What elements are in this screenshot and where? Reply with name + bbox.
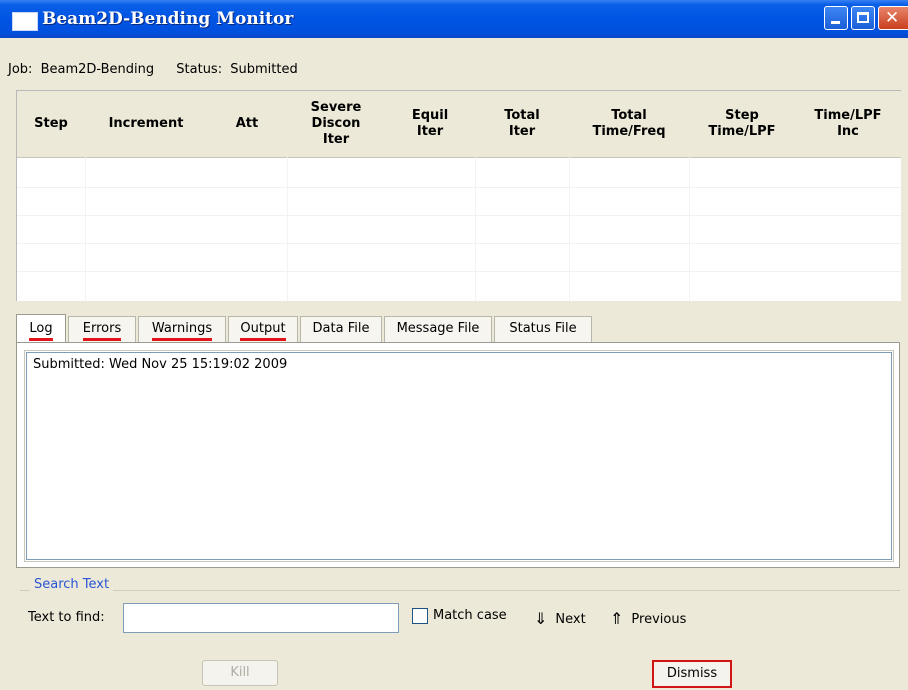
job-status-line: Job: Beam2D-Bending Status: Submitted	[8, 62, 302, 77]
tab-label: Output	[240, 321, 286, 336]
tab-data-file[interactable]: Data File	[300, 316, 382, 342]
tab-output[interactable]: Output	[228, 316, 298, 342]
dismiss-button[interactable]: Dismiss	[652, 660, 732, 688]
match-case-checkbox[interactable]	[412, 608, 428, 624]
progress-table[interactable]: Step Increment Att Severe Discon Iter Eq…	[16, 90, 901, 301]
match-case-label[interactable]: Match case	[433, 608, 507, 623]
tab-message-file[interactable]: Message File	[384, 316, 492, 342]
tab-status-file[interactable]: Status File	[494, 316, 592, 342]
maximize-button[interactable]	[851, 6, 875, 30]
tab-label: Log	[29, 321, 53, 336]
job-name: Beam2D-Bending	[40, 62, 155, 77]
tab-log[interactable]: Log	[16, 314, 66, 344]
tab-errors[interactable]: Errors	[68, 316, 136, 342]
kill-button[interactable]: Kill	[202, 660, 278, 686]
log-text-area[interactable]: Submitted: Wed Nov 25 15:19:02 2009	[24, 350, 894, 562]
table-col-line	[475, 157, 476, 301]
close-icon: ✕	[885, 8, 900, 28]
previous-button[interactable]: ⇑ Previous	[610, 608, 687, 628]
table-row-line	[17, 215, 901, 216]
find-input[interactable]	[123, 603, 399, 633]
tab-label: Warnings	[151, 321, 213, 336]
status-label: Status:	[176, 62, 223, 77]
table-row-line	[17, 243, 901, 244]
tab-warnings[interactable]: Warnings	[138, 316, 226, 342]
next-label: Next	[555, 612, 586, 627]
table-header: Step Increment Att Severe Discon Iter Eq…	[17, 91, 901, 158]
table-col-line	[569, 157, 570, 301]
maximize-icon	[857, 12, 869, 23]
minimize-button[interactable]	[824, 6, 848, 30]
arrow-up-icon: ⇑	[610, 609, 624, 628]
arrow-down-icon: ⇓	[534, 609, 548, 628]
previous-label: Previous	[631, 612, 687, 627]
tab-label: Data File	[312, 321, 370, 336]
window-icon	[12, 12, 38, 31]
tab-label: Errors	[82, 321, 122, 336]
minimize-icon	[831, 21, 840, 24]
find-label: Text to find:	[28, 610, 105, 625]
status-value: Submitted	[230, 62, 298, 77]
col-header-step[interactable]: Step	[17, 91, 85, 157]
col-header-total-time-freq[interactable]: Total Time/Freq	[569, 91, 689, 157]
search-group-title: Search Text	[30, 577, 114, 592]
col-header-step-time-lpf[interactable]: Step Time/LPF	[689, 91, 795, 157]
col-header-increment[interactable]: Increment	[85, 91, 207, 157]
log-entry: Submitted: Wed Nov 25 15:19:02 2009	[33, 357, 288, 372]
col-header-equil-iter[interactable]: Equil Iter	[385, 91, 475, 157]
job-label: Job:	[8, 62, 33, 77]
next-button[interactable]: ⇓ Next	[534, 608, 586, 628]
monitor-window: Beam2D-Bending Monitor ✕ Job: Beam2D-Ben…	[0, 0, 908, 690]
table-col-line	[689, 157, 690, 301]
col-header-att[interactable]: Att	[207, 91, 287, 157]
tab-label: Message File	[396, 321, 480, 336]
close-button[interactable]: ✕	[878, 6, 908, 30]
col-header-time-lpf-inc[interactable]: Time/LPF Inc	[795, 91, 901, 157]
table-col-line	[85, 157, 86, 301]
table-col-line	[287, 157, 288, 301]
table-row-line	[17, 271, 901, 272]
col-header-total-iter[interactable]: Total Iter	[475, 91, 569, 157]
table-row-line	[17, 187, 901, 188]
tab-label: Status File	[509, 321, 577, 336]
col-header-severe-discon-iter[interactable]: Severe Discon Iter	[287, 91, 385, 157]
title-bar[interactable]: Beam2D-Bending Monitor ✕	[0, 0, 908, 38]
window-title: Beam2D-Bending Monitor	[42, 9, 294, 29]
